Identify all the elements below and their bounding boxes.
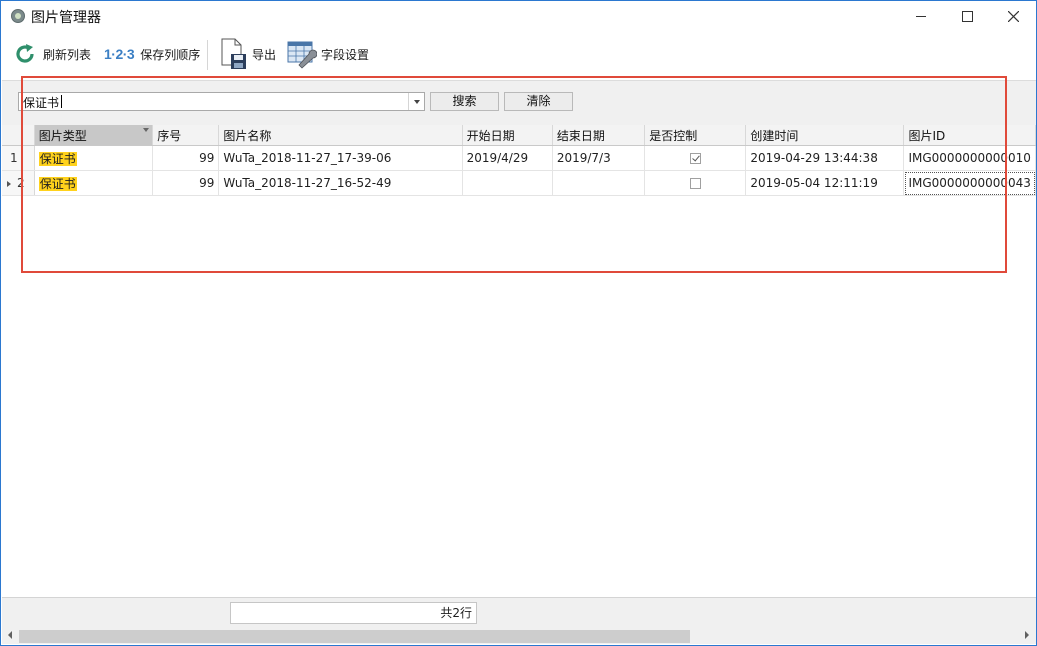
scroll-left-icon[interactable] xyxy=(8,631,12,639)
cell-seq[interactable]: 99 xyxy=(152,145,220,171)
maximize-icon xyxy=(961,11,973,22)
current-row-indicator-icon xyxy=(7,180,11,187)
row-count-summary: 共2行 xyxy=(230,602,477,624)
cell-start-date[interactable]: 2019/4/29 xyxy=(462,145,553,171)
close-icon xyxy=(1007,11,1019,22)
column-header-label: 图片类型 xyxy=(38,128,87,143)
column-header-created[interactable]: 创建时间 xyxy=(745,125,905,146)
close-button[interactable] xyxy=(990,1,1036,32)
cell-type[interactable]: 保证书 xyxy=(34,170,154,196)
clear-button[interactable]: 清除 xyxy=(504,92,573,111)
cell-id[interactable]: IMG0000000000043 xyxy=(903,170,1036,196)
cell-name[interactable]: WuTa_2018-11-27_16-52-49 xyxy=(218,170,463,196)
save-column-order-button[interactable]: 1·2·3 保存列顺序 xyxy=(104,38,200,70)
column-header-label: 图片ID xyxy=(908,128,946,143)
row-number: 1 xyxy=(2,145,35,171)
cell-type[interactable]: 保证书 xyxy=(34,145,154,171)
cell-seq[interactable]: 99 xyxy=(152,170,220,196)
column-header-label: 图片名称 xyxy=(223,128,272,143)
cell-name[interactable]: WuTa_2018-11-27_17-39-06 xyxy=(218,145,463,171)
numbered-list-icon: 1·2·3 xyxy=(104,46,135,62)
row-number: 2 xyxy=(17,176,25,190)
column-header-label: 创建时间 xyxy=(750,128,799,143)
refresh-button[interactable]: 刷新列表 xyxy=(13,38,91,70)
cell-end-date[interactable] xyxy=(552,170,646,196)
header-row: 图片类型 序号 图片名称 开始日期 结束日期 是否控制 创建时间 图片ID xyxy=(2,125,1036,146)
data-grid: 图片类型 序号 图片名称 开始日期 结束日期 是否控制 创建时间 图片ID 1 … xyxy=(2,125,1036,597)
cell-id[interactable]: IMG0000000000010 xyxy=(903,145,1036,171)
app-window: 图片管理器 刷新列表 1·2·3 保存列顺序 导出 字段设置 保证书 搜索 清除… xyxy=(0,0,1037,646)
column-header-name[interactable]: 图片名称 xyxy=(218,125,463,146)
toolbar: 刷新列表 1·2·3 保存列顺序 导出 字段设置 xyxy=(1,34,1036,74)
save-disk-icon xyxy=(221,38,246,69)
grid-table: 图片类型 序号 图片名称 开始日期 结束日期 是否控制 创建时间 图片ID 1 … xyxy=(2,125,1036,196)
search-input-value: 保证书 xyxy=(23,96,60,110)
controlled-checkbox[interactable] xyxy=(689,178,701,189)
wrench-settings-icon xyxy=(287,41,317,69)
table-row[interactable]: 1 保证书 99 WuTa_2018-11-27_17-39-06 2019/4… xyxy=(2,145,1036,171)
row-number-cell: 2 xyxy=(2,170,35,196)
export-button[interactable]: 导出 xyxy=(220,38,276,70)
cell-end-date[interactable]: 2019/7/3 xyxy=(552,145,646,171)
refresh-icon xyxy=(16,44,34,63)
table-row[interactable]: 2 保证书 99 WuTa_2018-11-27_16-52-49 2019-0… xyxy=(2,170,1036,196)
filter-icon[interactable] xyxy=(143,128,150,132)
column-header-seq[interactable]: 序号 xyxy=(152,125,220,146)
search-button[interactable]: 搜索 xyxy=(430,92,499,111)
cell-created[interactable]: 2019-05-04 12:11:19 xyxy=(745,170,905,196)
column-header-type[interactable]: 图片类型 xyxy=(34,125,154,146)
minimize-icon xyxy=(916,16,926,17)
column-header-label: 是否控制 xyxy=(649,128,698,143)
toolbar-separator xyxy=(207,40,208,70)
column-header-label: 结束日期 xyxy=(556,128,605,143)
text-caret xyxy=(61,95,62,108)
cell-created[interactable]: 2019-04-29 13:44:38 xyxy=(745,145,905,171)
search-highlight: 保证书 xyxy=(38,176,77,191)
scroll-right-icon[interactable] xyxy=(1025,631,1029,639)
save-column-order-label: 保存列顺序 xyxy=(140,47,201,62)
search-panel: 保证书 搜索 清除 xyxy=(2,80,1036,126)
app-icon xyxy=(11,9,25,23)
column-header-start-date[interactable]: 开始日期 xyxy=(462,125,553,146)
column-header-label: 序号 xyxy=(157,128,182,143)
cell-start-date[interactable] xyxy=(462,170,553,196)
dropdown-button[interactable] xyxy=(408,93,424,110)
column-header-id[interactable]: 图片ID xyxy=(903,125,1036,146)
refresh-label: 刷新列表 xyxy=(43,47,92,62)
row-indicator-header xyxy=(2,125,35,146)
cell-controlled[interactable] xyxy=(644,170,747,196)
minimize-button[interactable] xyxy=(898,1,944,32)
search-highlight: 保证书 xyxy=(38,151,77,166)
column-header-controlled[interactable]: 是否控制 xyxy=(644,125,747,146)
controlled-checkbox[interactable] xyxy=(689,153,701,164)
horizontal-scrollbar[interactable] xyxy=(2,628,1036,644)
scrollbar-thumb[interactable] xyxy=(19,630,690,643)
search-input[interactable]: 保证书 xyxy=(18,92,425,111)
grid-footer: 共2行 xyxy=(2,597,1036,629)
cell-controlled[interactable] xyxy=(644,145,747,171)
chevron-down-icon xyxy=(413,99,420,104)
column-header-end-date[interactable]: 结束日期 xyxy=(552,125,646,146)
field-settings-label: 字段设置 xyxy=(321,47,370,62)
export-label: 导出 xyxy=(252,47,277,62)
window-title: 图片管理器 xyxy=(31,10,101,26)
maximize-button[interactable] xyxy=(944,1,990,32)
title-bar: 图片管理器 xyxy=(1,1,1036,32)
column-header-label: 开始日期 xyxy=(466,128,515,143)
field-settings-button[interactable]: 字段设置 xyxy=(287,38,369,70)
